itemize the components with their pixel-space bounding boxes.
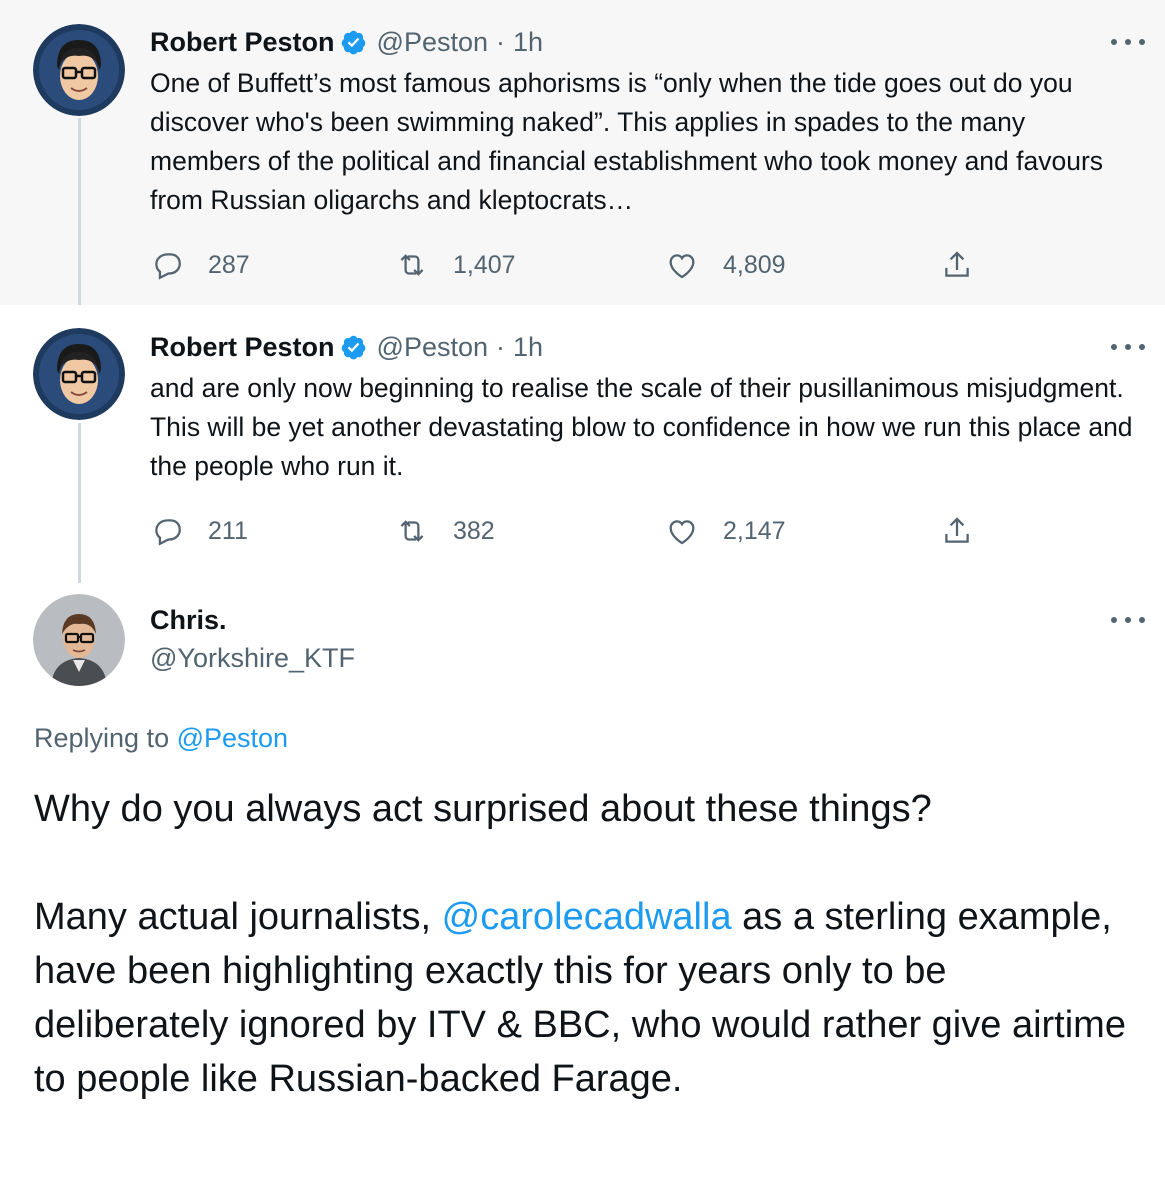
like-count: 4,809 — [723, 250, 786, 279]
heart-icon — [665, 248, 699, 282]
reply-tweet-text: Why do you always act surprised about th… — [34, 782, 1137, 1106]
tweet-1[interactable]: Robert Peston @Peston · 1h One of Buffet… — [0, 0, 1165, 305]
like-button[interactable]: 4,809 — [665, 245, 786, 285]
share-icon — [940, 514, 974, 548]
retweet-button[interactable]: 1,407 — [395, 245, 516, 285]
author-handle[interactable]: @Yorkshire_KTF — [150, 640, 355, 676]
like-count: 2,147 — [723, 516, 786, 545]
reply-paragraph-1: Why do you always act surprised about th… — [34, 788, 932, 830]
author-name[interactable]: Robert Peston — [150, 329, 335, 365]
reply-icon — [150, 514, 184, 548]
more-options-icon[interactable] — [1111, 28, 1145, 56]
tweet-text: One of Buffett’s most famous aphorisms i… — [150, 68, 1104, 215]
reply-button[interactable]: 211 — [150, 511, 248, 551]
timestamp[interactable]: 1h — [513, 24, 543, 60]
tweet-actions: 287 1,407 4,809 — [150, 245, 1165, 285]
reply-button[interactable]: 287 — [150, 245, 250, 285]
retweet-count: 382 — [453, 516, 495, 545]
separator-dot: · — [496, 332, 505, 362]
replying-to-label: Replying to — [34, 723, 170, 753]
tweet-actions: 211 382 2,147 — [150, 511, 1165, 551]
thread-connector — [78, 423, 81, 583]
avatar[interactable] — [33, 328, 125, 420]
tweet-thread: Robert Peston @Peston · 1h One of Buffet… — [0, 0, 1165, 1200]
avatar[interactable] — [33, 24, 125, 116]
tweet-header: Robert Peston @Peston · 1h — [150, 24, 1145, 60]
verified-badge-icon — [340, 29, 367, 56]
reply-count: 287 — [208, 250, 250, 279]
tweet-text: and are only now beginning to realise th… — [150, 373, 1133, 481]
separator-dot: · — [496, 27, 505, 57]
thread-connector — [78, 118, 81, 323]
reply-paragraph-2: Many actual journalists, @carolecadwalla… — [34, 890, 1137, 1106]
share-icon — [940, 248, 974, 282]
author-handle[interactable]: @Peston — [377, 24, 488, 60]
share-button[interactable] — [940, 511, 974, 551]
retweet-icon — [395, 248, 429, 282]
retweet-count: 1,407 — [453, 250, 516, 279]
verified-badge-icon — [340, 334, 367, 361]
mention-link[interactable]: @carolecadwalla — [442, 896, 732, 938]
replying-to-mention[interactable]: @Peston — [177, 723, 288, 753]
like-button[interactable]: 2,147 — [665, 511, 786, 551]
avatar[interactable] — [33, 594, 125, 686]
tweet-header: Robert Peston @Peston · 1h — [150, 329, 1145, 365]
more-options-icon[interactable] — [1111, 606, 1145, 634]
share-button[interactable] — [940, 245, 974, 285]
retweet-icon — [395, 514, 429, 548]
heart-icon — [665, 514, 699, 548]
retweet-button[interactable]: 382 — [395, 511, 495, 551]
reply-text-part: Many actual journalists, — [34, 896, 442, 938]
reply-count: 211 — [208, 516, 248, 545]
more-options-icon[interactable] — [1111, 333, 1145, 361]
replying-to: Replying to @Peston — [34, 720, 288, 756]
author-handle[interactable]: @Peston — [377, 329, 488, 365]
tweet-2[interactable]: Robert Peston @Peston · 1h and are only … — [0, 305, 1165, 585]
timestamp[interactable]: 1h — [513, 329, 543, 365]
reply-icon — [150, 248, 184, 282]
author-name[interactable]: Robert Peston — [150, 24, 335, 60]
author-name[interactable]: Chris. — [150, 602, 227, 638]
